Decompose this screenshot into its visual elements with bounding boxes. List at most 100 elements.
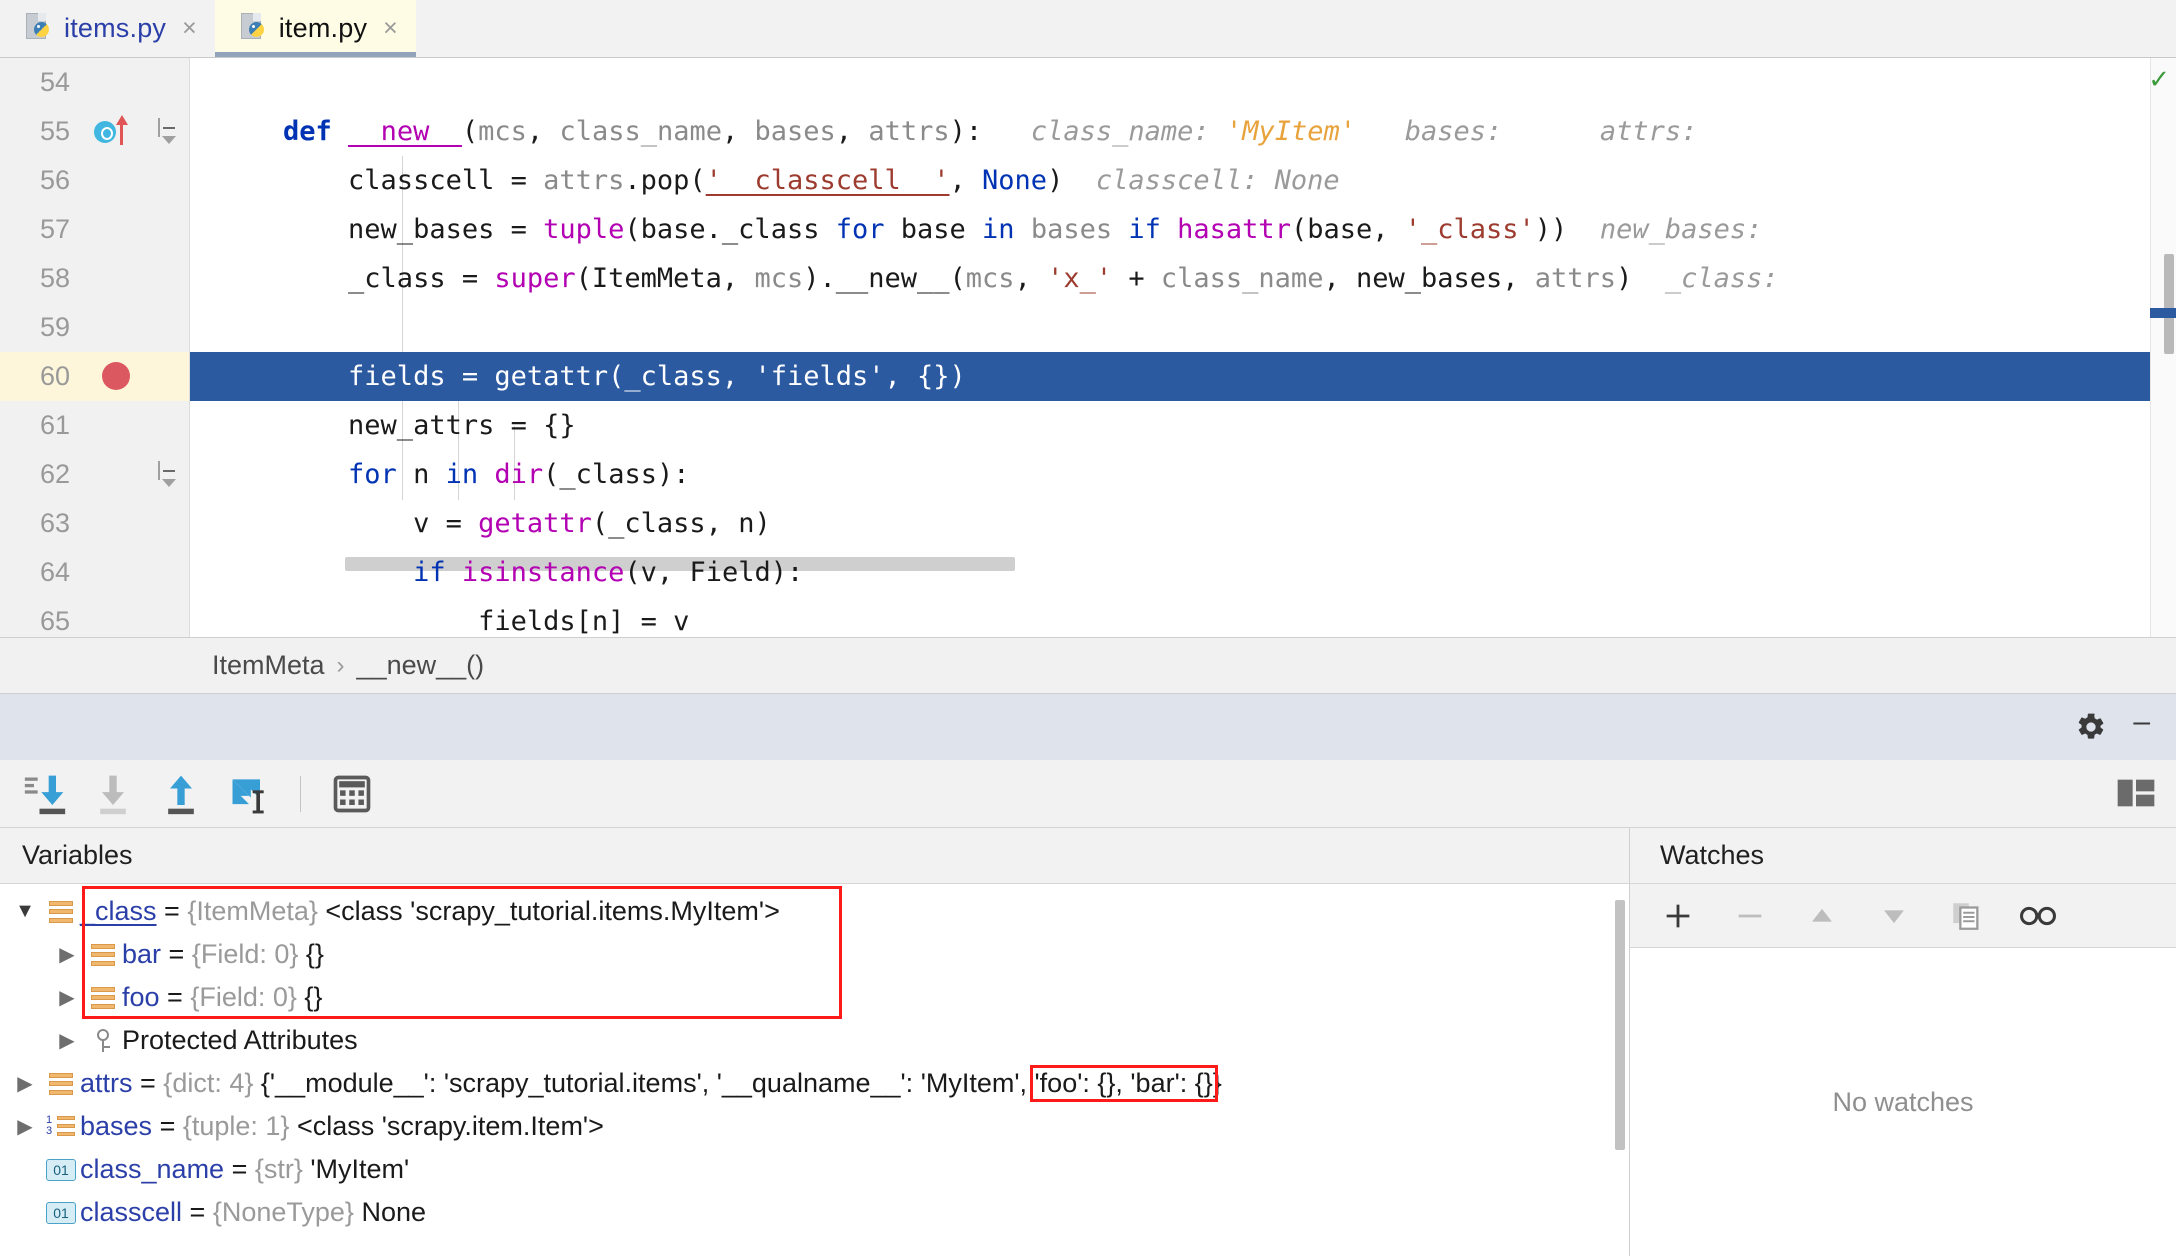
code-line-58[interactable]: _class = super(ItemMeta, mcs).__new__(mc…: [190, 254, 2176, 303]
gutter-icons[interactable]: [80, 352, 180, 401]
editor-gutter[interactable]: 54 55 56 57 58 59 60 61 62 63 64 65: [0, 58, 190, 637]
step-over-button[interactable]: [16, 767, 74, 821]
gear-icon[interactable]: [2075, 711, 2107, 743]
gutter-line-62[interactable]: 62: [0, 450, 189, 499]
move-watch-up-button[interactable]: [1796, 893, 1848, 939]
expand-twisty-icon[interactable]: ▶: [8, 1114, 42, 1139]
code-token: getattr: [494, 361, 609, 392]
expand-twisty-icon[interactable]: ▶: [50, 1028, 84, 1053]
tab-items-py[interactable]: items.py ×: [0, 0, 215, 57]
code-line-57[interactable]: new_bases = tuple(base._class for base i…: [190, 205, 2176, 254]
variable-equals: =: [224, 1154, 255, 1184]
close-icon[interactable]: ×: [383, 14, 398, 43]
code-line-60[interactable]: fields = getattr(_class, 'fields', {}): [190, 352, 2176, 401]
gutter-icons[interactable]: [80, 597, 180, 646]
variable-row[interactable]: ▶ foo = {Field: 0} {}: [50, 976, 1629, 1019]
code-token: in: [982, 214, 1015, 245]
code-line-62[interactable]: for n in dir(_class):: [190, 450, 2176, 499]
variable-row[interactable]: ▶ Protected Attributes: [50, 1019, 1629, 1062]
watches-body[interactable]: No watches: [1630, 948, 2176, 1256]
code-line-63[interactable]: v = getattr(_class, n): [190, 499, 2176, 548]
expand-twisty-icon[interactable]: ▶: [8, 1071, 42, 1096]
gutter-line-65[interactable]: 65: [0, 597, 189, 646]
code-content[interactable]: def __new__(mcs, class_name, bases, attr…: [190, 58, 2176, 637]
run-to-cursor-button[interactable]: [220, 767, 278, 821]
code-token: for: [835, 214, 885, 245]
variable-row[interactable]: 01 classcell = {NoneType} None: [8, 1191, 1629, 1234]
tab-item-py[interactable]: item.py ×: [214, 0, 416, 57]
line-number: 58: [39, 263, 70, 293]
restore-layout-icon[interactable]: [2116, 776, 2156, 815]
debugger-stepping-toolbar: [0, 760, 2176, 828]
move-watch-down-button[interactable]: [1868, 893, 1920, 939]
expand-twisty-icon[interactable]: ▶: [50, 985, 84, 1010]
gutter-line-60[interactable]: 60: [0, 352, 189, 401]
code-editor[interactable]: 54 55 56 57 58 59 60 61 62 63 64 65 def __new__(mcs…: [0, 58, 2176, 638]
editor-vertical-scrollbar[interactable]: [2164, 254, 2174, 354]
step-into-button[interactable]: [84, 767, 142, 821]
run-method-icon[interactable]: [94, 115, 128, 145]
gutter-line-55[interactable]: 55: [0, 107, 189, 156]
gutter-line-57[interactable]: 57: [0, 205, 189, 254]
variable-row[interactable]: ▶ bar = {Field: 0} {}: [50, 933, 1629, 976]
gutter-line-54[interactable]: 54: [0, 58, 189, 107]
code-line-59[interactable]: [190, 303, 2176, 352]
line-number: 56: [39, 165, 70, 195]
gutter-line-56[interactable]: 56: [0, 156, 189, 205]
gutter-icons[interactable]: [80, 303, 180, 352]
code-token: .pop(: [624, 165, 706, 196]
variable-name: attrs: [80, 1068, 133, 1098]
gutter-line-64[interactable]: 64: [0, 548, 189, 597]
code-line-54[interactable]: [190, 58, 2176, 107]
expand-twisty-icon[interactable]: ▶: [50, 942, 84, 967]
code-token: (base._class: [624, 214, 836, 245]
gutter-line-63[interactable]: 63: [0, 499, 189, 548]
variable-name: bases: [80, 1111, 153, 1141]
gutter-icons[interactable]: [80, 548, 180, 597]
variables-tree[interactable]: ▼ _class = {ItemMeta} <class 'scrapy_tuto…: [0, 884, 1629, 1256]
code-fold-icon[interactable]: [158, 461, 180, 488]
panel-title: Watches: [1660, 840, 1765, 870]
remove-watch-button[interactable]: [1724, 893, 1776, 939]
code-token: class_name: [559, 116, 722, 147]
collapse-twisty-icon[interactable]: ▼: [8, 900, 42, 923]
gutter-line-58[interactable]: 58: [0, 254, 189, 303]
gutter-icons[interactable]: [80, 254, 180, 303]
editor-marker-bar[interactable]: ✓: [2148, 58, 2176, 637]
variable-row[interactable]: 01 class_name = {str} 'MyItem': [8, 1148, 1629, 1191]
add-watch-button[interactable]: [1652, 893, 1704, 939]
breakpoint-icon[interactable]: [102, 362, 130, 390]
code-fold-icon[interactable]: [158, 118, 180, 145]
code-line-61[interactable]: new_attrs = {}: [190, 401, 2176, 450]
close-icon[interactable]: ×: [182, 14, 197, 43]
variable-row[interactable]: ▼ _class = {ItemMeta} <class 'scrapy_tuto…: [8, 890, 1629, 933]
variable-row[interactable]: ▶ 1 3 bases = {tuple: 1} <class 'scrapy.ite…: [8, 1105, 1629, 1148]
copy-watch-button[interactable]: [1940, 893, 1992, 939]
variable-row[interactable]: ▶ attrs = {dict: 4} {'__module__': 'scrap…: [8, 1062, 1629, 1105]
gutter-icons[interactable]: [80, 156, 180, 205]
gutter-icons[interactable]: [80, 499, 180, 548]
gutter-line-59[interactable]: 59: [0, 303, 189, 352]
gutter-line-61[interactable]: 61: [0, 401, 189, 450]
evaluate-expression-button[interactable]: [323, 767, 381, 821]
glasses-icon[interactable]: [2012, 893, 2064, 939]
variables-panel: Variables ▼ _class = {ItemMeta} <class 's…: [0, 828, 1630, 1256]
code-token: if: [413, 557, 446, 588]
code-token: mcs: [478, 116, 527, 147]
minimize-icon[interactable]: –: [2133, 707, 2150, 747]
breadcrumb-item-class[interactable]: ItemMeta: [212, 650, 325, 681]
code-line-text: if isinstance(v, Field):: [190, 557, 803, 588]
gutter-icons[interactable]: [80, 58, 180, 107]
code-line-55[interactable]: def __new__(mcs, class_name, bases, attr…: [190, 107, 2176, 156]
code-line-65[interactable]: fields[n] = v: [190, 597, 2176, 637]
code-token: (_class, n): [591, 508, 771, 539]
gutter-icons[interactable]: [80, 205, 180, 254]
code-line-56[interactable]: classcell = attrs.pop('__classcell__', N…: [190, 156, 2176, 205]
code-line-64[interactable]: if isinstance(v, Field):: [190, 548, 2176, 597]
code-line-text: fields = getattr(_class, 'fields', {}): [190, 361, 966, 392]
breadcrumb-item-method[interactable]: __new__(): [357, 650, 485, 681]
step-out-button[interactable]: [152, 767, 210, 821]
gutter-icons[interactable]: [80, 401, 180, 450]
